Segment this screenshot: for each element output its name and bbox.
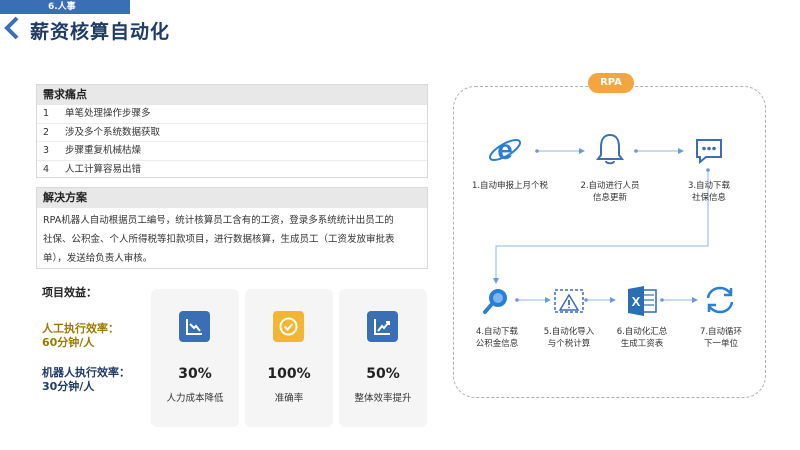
- chat-icon: [696, 139, 722, 165]
- step-label-line: 3.自动下载: [687, 181, 731, 191]
- flow-connectors: [493, 148, 710, 303]
- step-label: 2.自动进行人员 信息更新: [565, 180, 655, 204]
- step-label: 1.自动申报上月个税: [465, 180, 555, 192]
- ie-browser-icon: e: [488, 134, 522, 165]
- step-label-line: 下一单位: [703, 339, 738, 349]
- excel-icon: X: [628, 286, 657, 316]
- step-label: 7.自动循环 下一单位: [676, 326, 766, 350]
- step-label-line: 1.自动申报上月个税: [471, 181, 549, 191]
- step-label-line: 生成工资表: [620, 339, 664, 349]
- step-label-line: 信息更新: [592, 193, 627, 203]
- step-label-line: 7.自动循环: [699, 327, 743, 337]
- refresh-icon: [706, 286, 734, 314]
- search-icon: [483, 289, 507, 314]
- step-label-line: 6.自动化汇总: [616, 327, 668, 337]
- svg-text:e: e: [497, 134, 513, 165]
- step-label: 6.自动化汇总 生成工资表: [597, 326, 687, 350]
- step-label-line: 社保信息: [691, 193, 726, 203]
- warning-chart-icon: [554, 289, 584, 313]
- step-label-line: 2.自动进行人员: [580, 181, 640, 191]
- svg-text:X: X: [632, 294, 641, 309]
- bell-icon: [596, 133, 624, 165]
- step-label: 3.自动下载 社保信息: [664, 180, 754, 204]
